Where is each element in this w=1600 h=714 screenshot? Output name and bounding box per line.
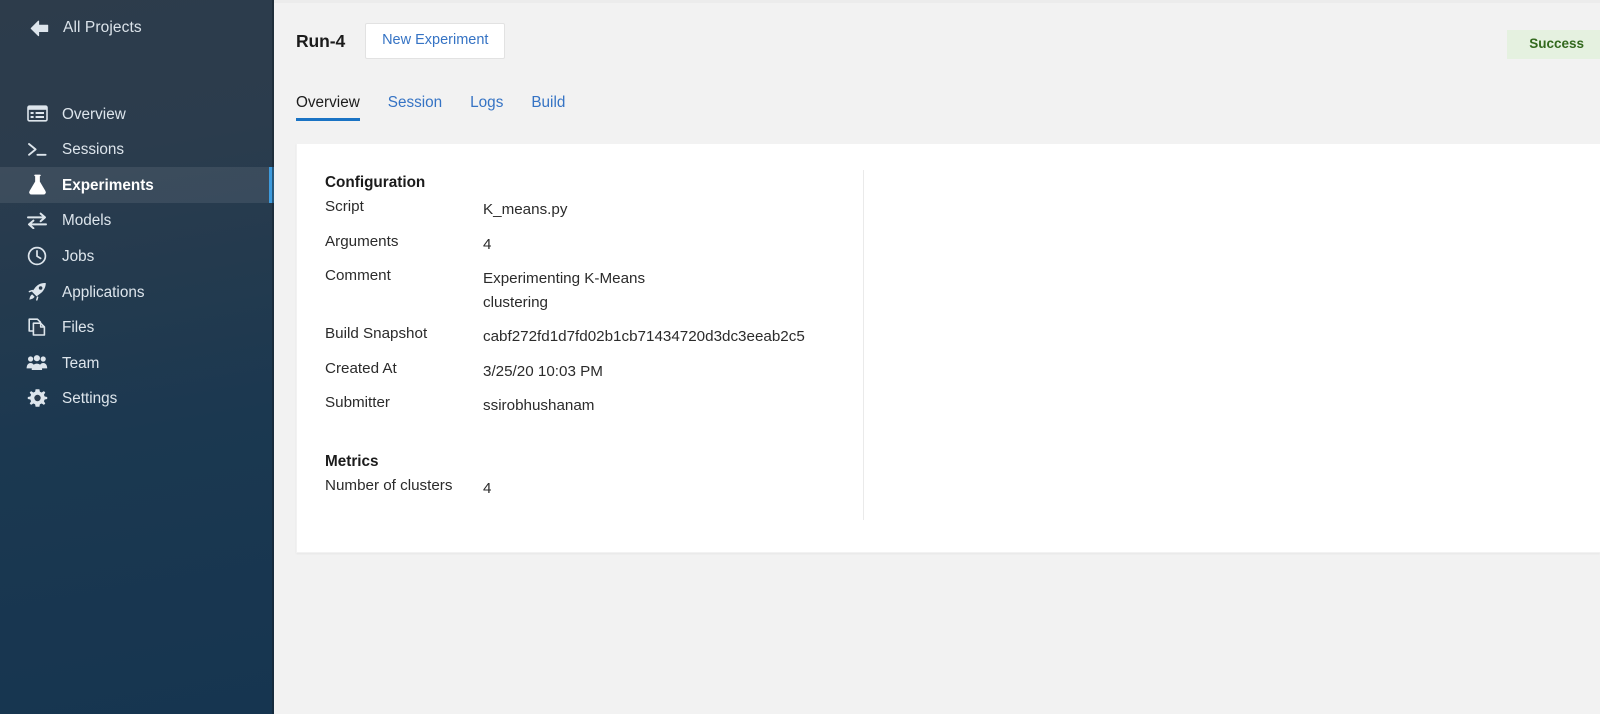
metrics-section: Metrics Number of clusters 4	[325, 453, 1600, 501]
all-projects-link[interactable]: All Projects	[0, 0, 274, 56]
status-badge: Success	[1507, 30, 1600, 59]
config-key: Submitter	[325, 394, 390, 412]
gear-icon	[26, 388, 48, 410]
sidebar-item-label: Jobs	[62, 248, 95, 266]
sidebar-item-label: Settings	[62, 390, 118, 408]
config-value: cabf272fd1d7fd02b1cb71434720d3dc3eeab2c5	[483, 328, 805, 346]
configuration-heading: Configuration	[325, 174, 426, 191]
overview-card: Configuration Script K_means.py Argument…	[296, 143, 1600, 553]
list-icon	[26, 103, 48, 125]
main-content: Run-4 New Experiment Success Overview Se…	[274, 0, 1600, 714]
sidebar-item-settings[interactable]: Settings	[0, 381, 274, 417]
tab-logs[interactable]: Logs	[456, 94, 517, 121]
people-icon	[26, 352, 48, 374]
tab-session[interactable]: Session	[374, 94, 456, 121]
tabs-spacer	[274, 121, 1600, 143]
rocket-icon	[26, 281, 48, 303]
sidebar: All Projects Overview Sessions Experimen…	[0, 0, 274, 714]
sidebar-item-label: Overview	[62, 105, 126, 123]
sidebar-item-label: Applications	[62, 283, 145, 301]
all-projects-label: All Projects	[63, 19, 142, 36]
column-divider	[863, 170, 864, 520]
new-experiment-button[interactable]: New Experiment	[365, 23, 506, 59]
config-row-script: Script K_means.py	[325, 198, 1600, 222]
sidebar-item-experiments[interactable]: Experiments	[0, 167, 274, 203]
tab-overview[interactable]: Overview	[296, 94, 374, 122]
flask-icon	[26, 174, 48, 196]
metrics-row-number-of-clusters: Number of clusters 4	[325, 477, 1600, 501]
config-key: Created At	[325, 359, 397, 377]
config-key: Build Snapshot	[325, 325, 428, 343]
sidebar-nav: Overview Sessions Experiments Models Job…	[0, 96, 274, 416]
sidebar-item-label: Models	[62, 212, 112, 230]
sidebar-item-label: Sessions	[62, 141, 125, 159]
config-value: 4	[483, 235, 492, 253]
metrics-heading: Metrics	[325, 452, 379, 470]
config-value: ssirobhushanam	[483, 397, 595, 415]
metrics-key: Number of clusters	[325, 476, 453, 494]
sidebar-item-models[interactable]: Models	[0, 203, 274, 239]
sidebar-item-label: Team	[62, 354, 100, 372]
overview-card-inner: Configuration Script K_means.py Argument…	[297, 144, 1600, 520]
tab-build[interactable]: Build	[517, 94, 579, 121]
config-row-comment: Comment Experimenting K-Means clustering	[325, 267, 1600, 314]
configuration-section: Configuration Script K_means.py Argument…	[325, 174, 1600, 418]
config-row-arguments: Arguments 4	[325, 233, 1600, 257]
sidebar-item-label: Files	[62, 319, 95, 337]
sidebar-item-sessions[interactable]: Sessions	[0, 132, 274, 168]
metrics-value: 4	[483, 479, 492, 497]
app-root: All Projects Overview Sessions Experimen…	[0, 0, 1600, 714]
sidebar-item-jobs[interactable]: Jobs	[0, 238, 274, 274]
terminal-icon	[26, 138, 48, 160]
arrow-left-icon	[28, 17, 50, 39]
config-row-submitter: Submitter ssirobhushanam	[325, 394, 1600, 418]
files-icon	[26, 316, 48, 338]
config-key: Comment	[325, 267, 391, 285]
config-key: Script	[325, 198, 364, 215]
sidebar-item-applications[interactable]: Applications	[0, 274, 274, 310]
config-value: K_means.py	[483, 201, 568, 218]
config-value: 3/25/20 10:03 PM	[483, 362, 603, 380]
sidebar-item-team[interactable]: Team	[0, 345, 274, 381]
sidebar-item-files[interactable]: Files	[0, 310, 274, 346]
exchange-icon	[26, 210, 48, 232]
topbar: Run-4 New Experiment Success	[274, 3, 1600, 79]
page-title: Run-4	[296, 30, 346, 51]
tab-bar: Overview Session Logs Build	[274, 79, 1600, 122]
config-value: Experimenting K-Means clustering	[483, 270, 646, 311]
config-key: Arguments	[325, 232, 399, 250]
config-row-build-snapshot: Build Snapshot cabf272fd1d7fd02b1cb71434…	[325, 325, 1600, 349]
sidebar-item-overview[interactable]: Overview	[0, 96, 274, 132]
config-row-created-at: Created At 3/25/20 10:03 PM	[325, 360, 1600, 384]
clock-icon	[26, 245, 48, 267]
sidebar-item-label: Experiments	[62, 176, 154, 194]
